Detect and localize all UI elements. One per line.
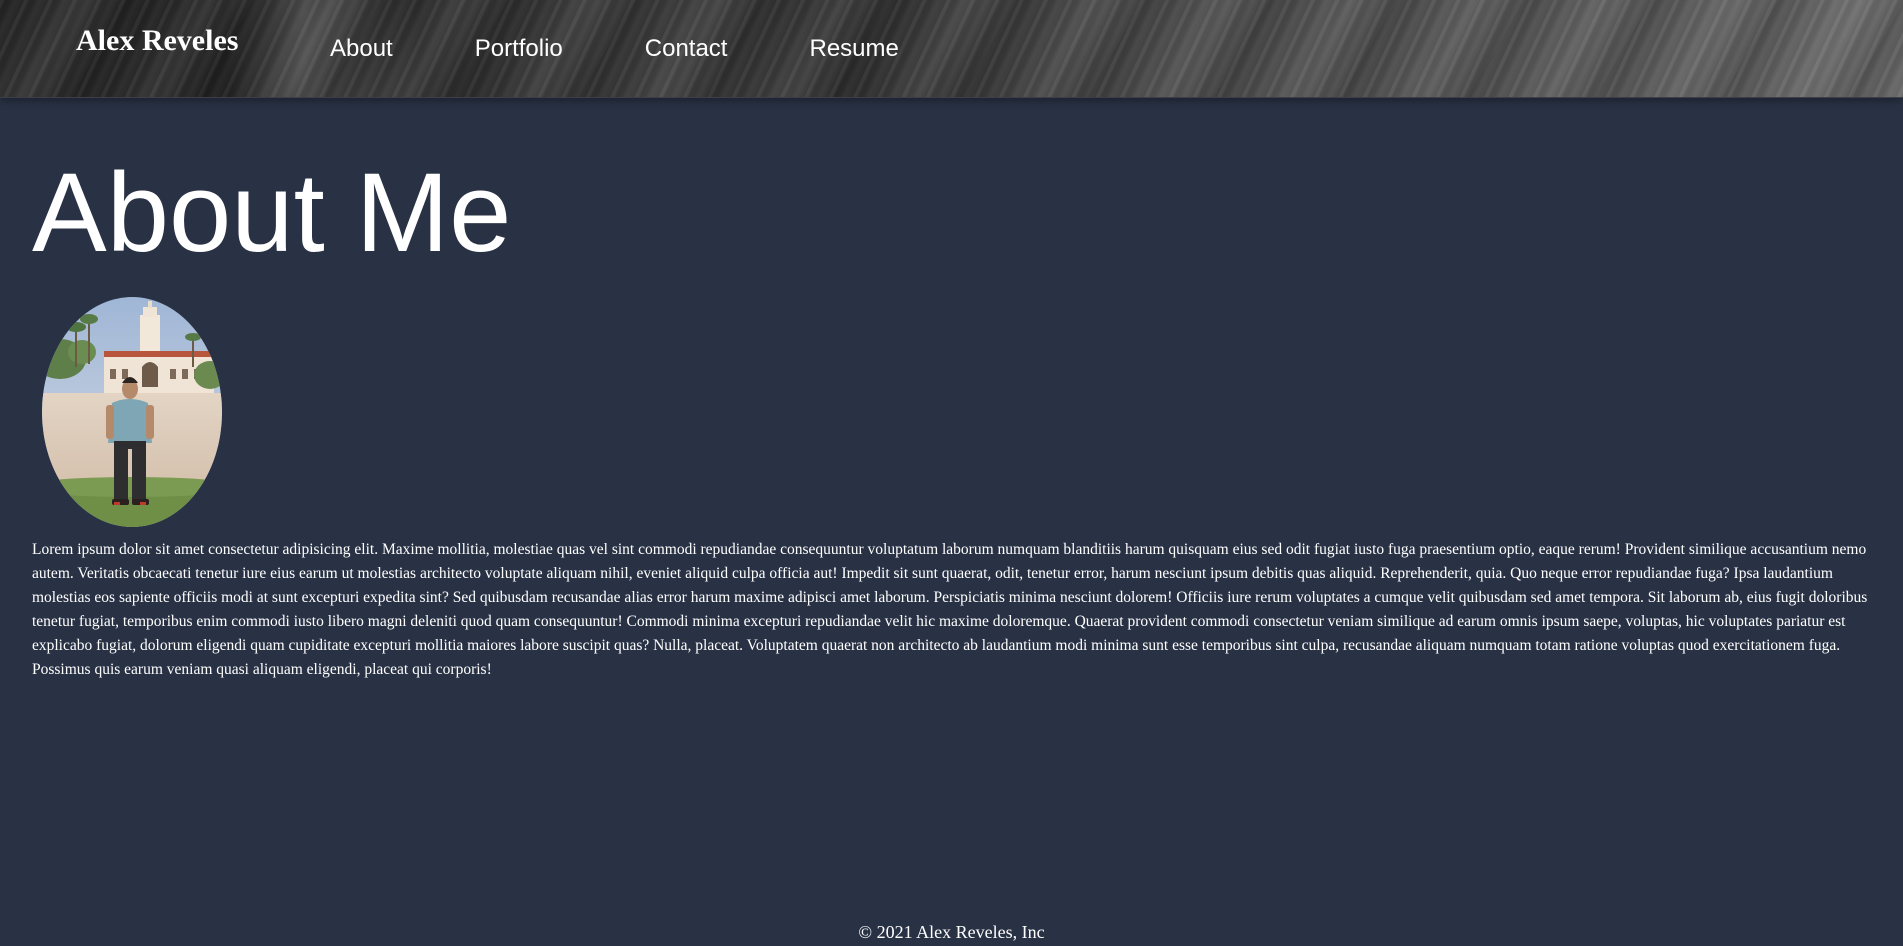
nav-link-portfolio[interactable]: Portfolio	[475, 34, 563, 64]
page-title: About Me	[32, 150, 512, 275]
profile-photo	[42, 297, 222, 527]
site-brand[interactable]: Alex Reveles	[76, 23, 238, 59]
nav-link-contact[interactable]: Contact	[645, 34, 728, 64]
footer-copyright: © 2021 Alex Reveles, Inc	[858, 922, 1045, 942]
nav-link-resume[interactable]: Resume	[809, 34, 898, 64]
site-header: Alex Reveles About Portfolio Contact Res…	[0, 0, 1903, 98]
main-nav: About Portfolio Contact Resume	[330, 34, 981, 64]
bio-paragraph: Lorem ipsum dolor sit amet consectetur a…	[32, 541, 1868, 678]
nav-link-about[interactable]: About	[330, 34, 393, 64]
